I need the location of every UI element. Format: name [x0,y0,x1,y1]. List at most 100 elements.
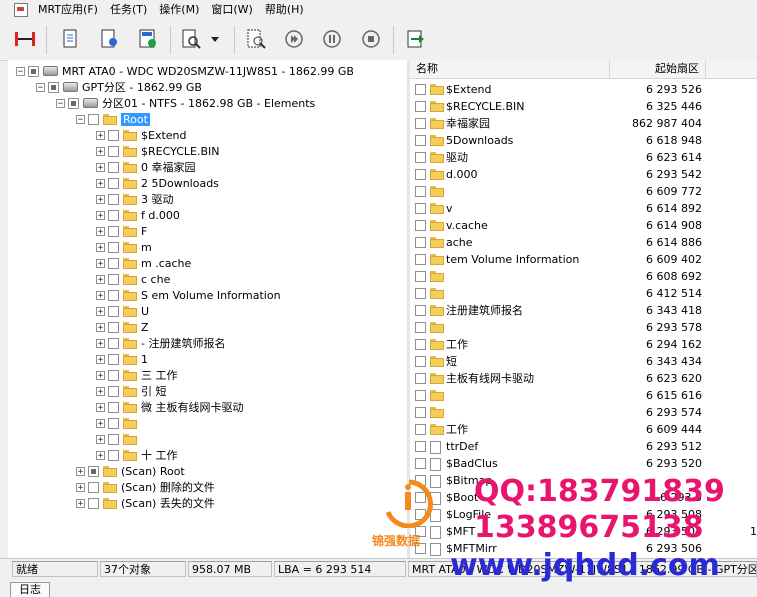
tree-checkbox[interactable] [108,257,119,269]
list-item[interactable]: 驱动 6 623 614 [410,149,757,166]
list-item-checkbox[interactable] [415,254,426,265]
tree-checkbox[interactable] [108,145,119,157]
expand-icon[interactable]: + [96,418,105,428]
tree-node[interactable]: + $RECYCLE.BIN [96,143,219,159]
expand-icon[interactable]: + [76,466,85,476]
list-item-checkbox[interactable] [415,441,426,452]
expand-icon[interactable]: + [96,130,105,140]
list-item[interactable]: 6 293 574 [410,404,757,421]
collapse-icon[interactable]: − [56,98,65,108]
list-item-checkbox[interactable] [415,424,426,435]
tree-node[interactable]: + m [96,239,152,255]
tree-checkbox[interactable] [108,353,119,365]
tree-node[interactable]: + 引 短 [96,383,167,399]
list-item-checkbox[interactable] [415,271,426,282]
list-item-checkbox[interactable] [415,118,426,129]
menu-item-mrt-app[interactable]: MRT应用(F) [32,0,104,20]
tree-node[interactable]: + F [96,223,147,239]
collapse-icon[interactable]: − [36,82,45,92]
tree-node[interactable]: + (Scan) Root [76,463,185,479]
expand-icon[interactable]: + [96,450,105,460]
search-dropdown-button[interactable] [208,26,222,52]
tree-checkbox[interactable] [88,113,99,125]
tree-node[interactable]: − GPT分区 - 1862.99 GB [36,79,202,95]
expand-icon[interactable]: + [96,226,105,236]
tree-checkbox[interactable] [28,65,39,77]
tree-node[interactable]: − MRT ATA0 - WDC WD20SMZW-11JW8S1 - 1862.… [16,63,354,79]
menu-item-task[interactable]: 任务(T) [104,0,153,20]
tree-node[interactable]: + [96,415,145,431]
column-header-extra[interactable] [706,60,757,78]
list-item[interactable]: 工作 6 294 162 [410,336,757,353]
list-item[interactable]: ache 6 614 886 [410,234,757,251]
list-item-checkbox[interactable] [415,101,426,112]
expand-icon[interactable]: + [96,146,105,156]
tree-checkbox[interactable] [108,385,119,397]
list-item[interactable]: 6 293 578 [410,319,757,336]
tree-checkbox[interactable] [108,305,119,317]
expand-icon[interactable]: + [96,322,105,332]
list-item[interactable]: 主板有线网卡驱动 6 623 620 [410,370,757,387]
tree-checkbox[interactable] [108,337,119,349]
tree-node[interactable]: +0 幸福家园 [96,159,196,175]
tree-node[interactable]: + - 注册建筑师报名 [96,335,225,351]
list-item[interactable]: 注册建筑师报名 6 343 418 [410,302,757,319]
tree-checkbox[interactable] [88,481,99,493]
tree-checkbox[interactable] [108,433,119,445]
tree-checkbox[interactable] [108,209,119,221]
list-item-checkbox[interactable] [415,407,426,418]
list-item[interactable]: $RECYCLE.BIN 6 325 446 [410,98,757,115]
list-item-checkbox[interactable] [415,458,426,469]
expand-icon[interactable]: + [96,402,105,412]
expand-icon[interactable]: + [96,178,105,188]
column-header-name[interactable]: 名称 [410,60,610,78]
list-item[interactable]: 5Downloads 6 618 948 [410,132,757,149]
tree-node[interactable]: + m .cache [96,255,191,271]
tree-checkbox[interactable] [88,497,99,509]
disk-connect-button[interactable] [12,26,38,52]
tree-node[interactable]: +2 5Downloads [96,175,219,191]
tree-checkbox[interactable] [68,97,79,109]
list-item-checkbox[interactable] [415,169,426,180]
log-tab[interactable]: 日志 [10,582,50,597]
tree-checkbox[interactable] [108,289,119,301]
list-item[interactable]: 幸福家园 862 987 404 [410,115,757,132]
expand-icon[interactable]: + [76,482,85,492]
tree-node[interactable]: + S em Volume Information [96,287,281,303]
list-item-checkbox[interactable] [415,390,426,401]
list-item-checkbox[interactable] [415,288,426,299]
list-item[interactable]: $Extend 6 293 526 [410,81,757,98]
view-detail-button[interactable] [135,26,161,52]
tree-node[interactable]: + $Extend [96,127,187,143]
tree-checkbox[interactable] [108,273,119,285]
pause-button[interactable] [319,26,345,52]
tree-checkbox[interactable] [108,369,119,381]
list-item[interactable]: d.000 6 293 542 [410,166,757,183]
scan-button[interactable] [243,26,269,52]
expand-icon[interactable]: + [96,242,105,252]
list-item-checkbox[interactable] [415,373,426,384]
expand-icon[interactable]: + [96,274,105,284]
list-item-checkbox[interactable] [415,135,426,146]
tree-checkbox[interactable] [48,81,59,93]
list-item[interactable]: 短 6 343 434 [410,353,757,370]
list-item[interactable]: v.cache 6 614 908 [410,217,757,234]
list-item-checkbox[interactable] [415,186,426,197]
expand-icon[interactable]: + [96,194,105,204]
tree-node[interactable]: + 三 工作 [96,367,178,383]
collapse-icon[interactable]: − [76,114,85,124]
tree-checkbox[interactable] [108,241,119,253]
list-item-checkbox[interactable] [415,322,426,333]
expand-icon[interactable]: + [96,338,105,348]
list-item[interactable]: 6 609 772 [410,183,757,200]
tree-node[interactable]: + Z [96,319,149,335]
expand-icon[interactable]: + [96,370,105,380]
tree-checkbox[interactable] [108,177,119,189]
tree-checkbox[interactable] [108,193,119,205]
tree-pane[interactable]: − MRT ATA0 - WDC WD20SMZW-11JW8S1 - 1862.… [8,60,408,558]
expand-icon[interactable]: + [96,354,105,364]
expand-icon[interactable]: + [76,498,85,508]
search-button[interactable] [178,26,204,52]
tree-checkbox[interactable] [108,401,119,413]
expand-icon[interactable]: + [96,434,105,444]
